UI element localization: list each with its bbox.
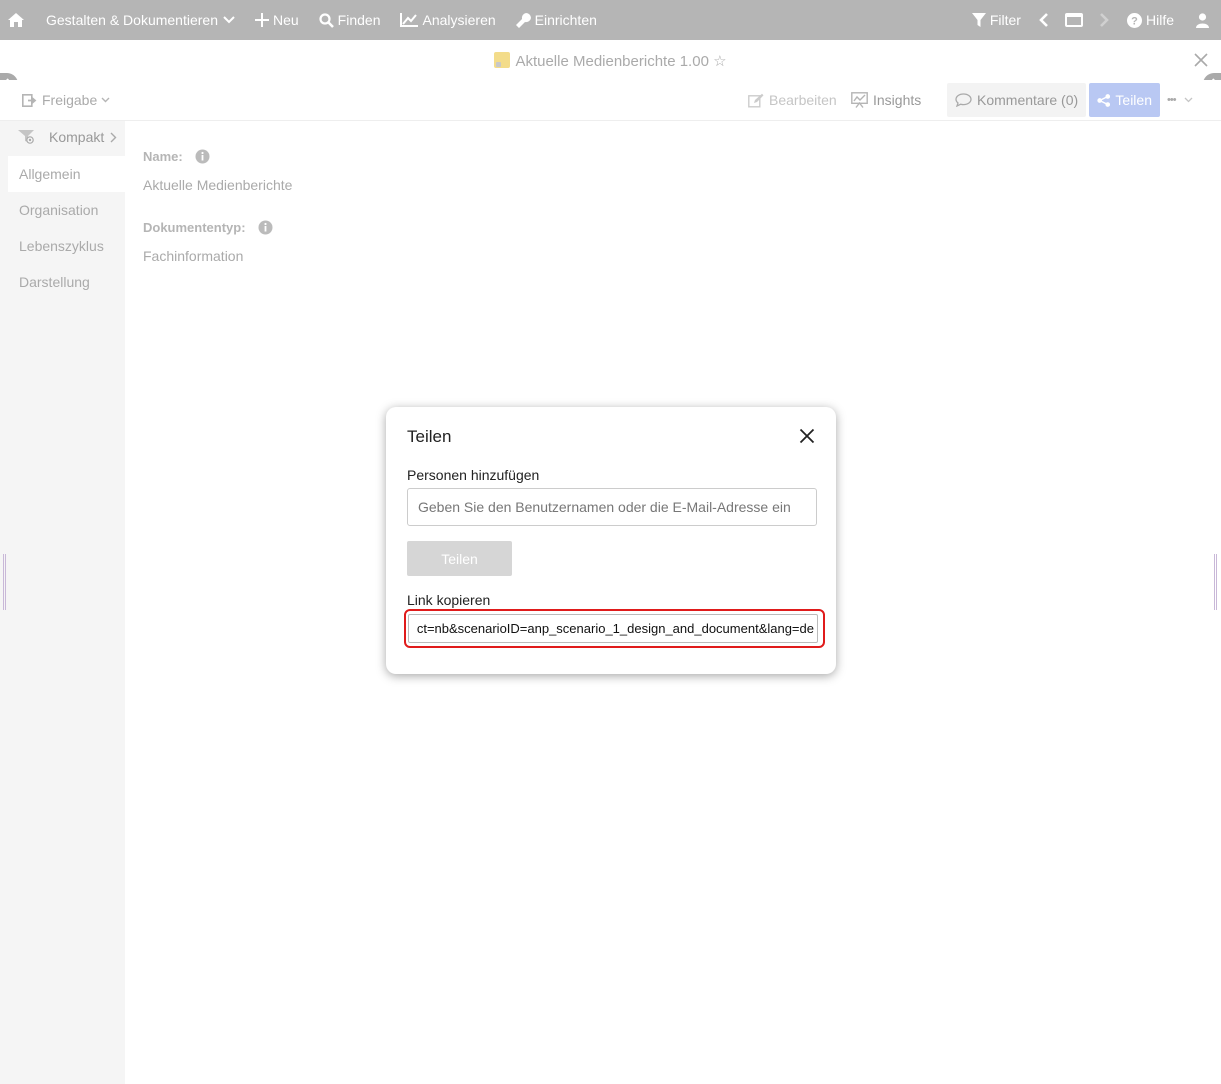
more-options-button[interactable]: ••• — [1167, 80, 1193, 120]
sidebar-item-label: Darstellung — [19, 274, 90, 290]
close-icon[interactable] — [799, 428, 815, 444]
sidebar-item-lebenszyklus[interactable]: Lebenszyklus — [8, 228, 125, 264]
wrench-icon — [515, 12, 531, 28]
forward-button[interactable] — [1091, 0, 1117, 40]
field-label-text: Name: — [143, 149, 183, 164]
dialog-title: Teilen — [407, 427, 452, 446]
document-title-bar: Aktuelle Medienberichte 1.00 ☆ — [0, 40, 1221, 80]
help-icon: ? — [1126, 12, 1142, 28]
menu-label: Gestalten & Dokumentieren — [46, 12, 218, 28]
info-icon[interactable] — [195, 149, 210, 164]
chart-icon — [400, 13, 419, 27]
sidebar-item-label: Organisation — [19, 202, 99, 218]
edit-icon — [748, 93, 764, 107]
window-button[interactable] — [1057, 0, 1091, 40]
kommentare-button[interactable]: Kommentare (0) — [947, 83, 1087, 117]
filter-label: Filter — [989, 12, 1021, 28]
chevron-down-icon — [1184, 97, 1193, 103]
menu-label: Neu — [272, 12, 299, 28]
add-people-label: Personen hinzufügen — [407, 467, 540, 483]
help-button[interactable]: ? Hilfe — [1117, 0, 1184, 40]
dokumententyp-field-value: Fachinformation — [143, 248, 244, 264]
name-field-value: Aktuelle Medienberichte — [143, 177, 293, 193]
bearbeiten-button[interactable]: Bearbeiten — [748, 80, 837, 120]
view-mode-selector[interactable]: Kompakt — [18, 129, 117, 145]
sidebar-item-label: Lebenszyklus — [19, 238, 104, 254]
document-toolbar: Freigabe Bearbeiten Insights Kommentare … — [0, 80, 1221, 121]
link-value: ct=nb&scenarioID=anp_scenario_1_design_a… — [416, 621, 814, 636]
top-navigation-bar: Gestalten & Dokumentieren Neu Finden Ana… — [0, 0, 1221, 40]
filter-button[interactable]: Filter — [962, 0, 1031, 40]
teilen-label: Teilen — [1115, 92, 1152, 108]
right-resize-handle[interactable] — [1214, 554, 1217, 610]
sidebar-item-darstellung[interactable]: Darstellung — [8, 264, 125, 300]
filter-eye-icon — [18, 130, 34, 144]
document-title-text: Aktuelle Medienberichte 1.00 ☆ — [515, 53, 727, 70]
comment-icon — [955, 93, 972, 107]
chevron-right-icon — [110, 132, 117, 142]
info-icon[interactable] — [258, 220, 273, 235]
left-resize-handle[interactable] — [3, 554, 6, 610]
document-title: Aktuelle Medienberichte 1.00 ☆ — [0, 52, 1221, 70]
field-label-text: Dokumententyp: — [143, 220, 246, 235]
more-label: ••• — [1167, 94, 1177, 106]
chevron-right-icon — [1100, 13, 1109, 27]
insights-label: Insights — [873, 92, 922, 108]
menu-gestalten-dokumentieren[interactable]: Gestalten & Dokumentieren — [34, 0, 245, 40]
plus-icon — [254, 13, 269, 27]
chevron-down-icon — [101, 97, 110, 103]
left-navigation: Kompakt Allgemein Organisation Lebenszyk… — [0, 121, 125, 1084]
share-icon — [1097, 93, 1111, 107]
back-button[interactable] — [1031, 0, 1057, 40]
teilen-toolbar-button[interactable]: Teilen — [1089, 83, 1160, 117]
menu-einrichten[interactable]: Einrichten — [506, 0, 607, 40]
menu-label: Finden — [337, 12, 381, 28]
insights-button[interactable]: Insights — [851, 80, 921, 120]
kommentare-label: Kommentare (0) — [977, 92, 1079, 108]
svg-text:?: ? — [1131, 15, 1138, 27]
dokumententyp-field-label: Dokumententyp: — [143, 220, 273, 235]
user-icon — [1196, 12, 1209, 28]
name-field-label: Name: — [143, 149, 210, 164]
menu-neu[interactable]: Neu — [245, 0, 309, 40]
menu-finden[interactable]: Finden — [309, 0, 391, 40]
menu-label: Einrichten — [534, 12, 597, 28]
freigabe-dropdown[interactable]: Freigabe — [22, 80, 110, 120]
release-icon — [22, 93, 37, 107]
home-icon — [8, 13, 24, 27]
insights-icon — [851, 92, 868, 108]
view-mode-label: Kompakt — [49, 129, 105, 145]
help-label: Hilfe — [1145, 12, 1174, 28]
add-people-input[interactable] — [407, 488, 817, 526]
chevron-down-icon — [223, 16, 235, 24]
freigabe-label: Freigabe — [42, 92, 98, 108]
user-button[interactable] — [1184, 0, 1221, 40]
share-button[interactable]: Teilen — [407, 541, 512, 576]
menu-label: Analysieren — [422, 12, 496, 28]
share-dialog: Teilen Personen hinzufügen Teilen Link k… — [386, 407, 836, 674]
bearbeiten-label: Bearbeiten — [769, 92, 837, 108]
filter-icon — [971, 13, 986, 27]
copy-link-field[interactable]: ct=nb&scenarioID=anp_scenario_1_design_a… — [408, 614, 818, 643]
sidebar-item-label: Allgemein — [19, 166, 81, 182]
window-icon — [1064, 13, 1083, 27]
document-icon — [494, 52, 511, 68]
copy-link-label: Link kopieren — [407, 592, 491, 608]
close-icon[interactable] — [1193, 52, 1209, 68]
menu-analysieren[interactable]: Analysieren — [390, 0, 505, 40]
chevron-left-icon — [1039, 13, 1048, 27]
sidebar-item-allgemein[interactable]: Allgemein — [8, 156, 125, 192]
home-button[interactable] — [0, 0, 34, 40]
search-icon — [319, 12, 334, 28]
sidebar-item-organisation[interactable]: Organisation — [8, 192, 125, 228]
